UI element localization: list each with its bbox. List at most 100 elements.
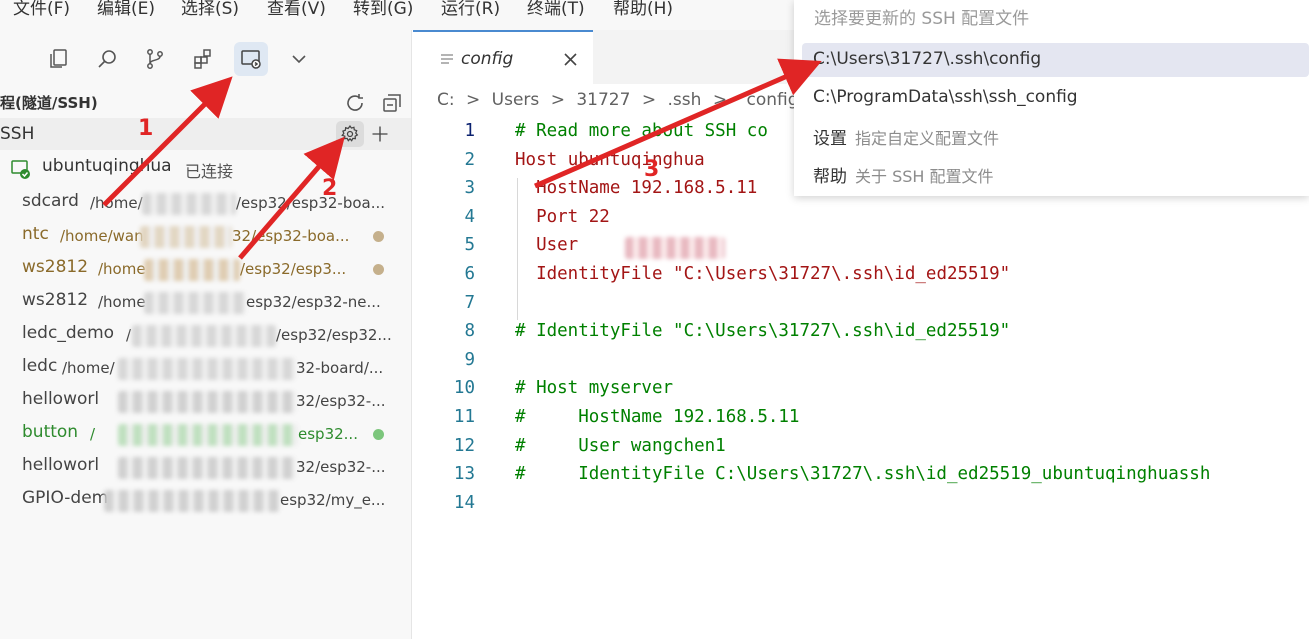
quick-pick: 选择要更新的 SSH 配置文件 C:\Users\31727\.ssh\conf…	[794, 0, 1309, 196]
line-number: 6	[464, 264, 475, 284]
quick-pick-label: 帮助	[813, 167, 847, 187]
refresh-icon[interactable]	[343, 91, 367, 115]
redacted-path	[118, 358, 296, 380]
annotation-number-1: 1	[138, 116, 154, 141]
folder-path-start: /home/	[62, 359, 115, 377]
code-line: 11 # HostName 192.168.5.11	[413, 404, 1309, 432]
folder-row[interactable]: sdcard/home/ /esp32/esp32-boa...	[0, 187, 411, 220]
code-value: ubuntuqinghua	[557, 149, 705, 170]
line-number: 10	[453, 378, 475, 399]
gear-icon[interactable]	[336, 121, 364, 147]
breadcrumb-user-id[interactable]: 31727	[576, 90, 630, 110]
extensions-icon[interactable]	[186, 42, 220, 76]
menu-go[interactable]: 转到(G)	[353, 0, 413, 19]
folder-path-end: 32/esp32-boa...	[232, 227, 350, 245]
breadcrumb-file[interactable]: config	[746, 90, 798, 110]
status-dot	[373, 264, 384, 275]
breadcrumb-drive[interactable]: C:	[437, 90, 455, 110]
folder-row[interactable]: ws2812/home/esp32/esp3...	[0, 253, 411, 286]
close-icon[interactable]	[563, 52, 578, 67]
code-line: 4 Port 22	[413, 204, 1309, 232]
folder-name: ws2812	[22, 290, 89, 310]
search-icon[interactable]	[90, 42, 124, 76]
line-number: 7	[464, 292, 475, 313]
code-text: # IdentityFile C:\Users\31727\.ssh\id_ed…	[515, 464, 1211, 485]
code-text: User	[515, 235, 725, 260]
remote-explorer-icon[interactable]	[234, 42, 268, 76]
folder-name: helloworl	[22, 455, 100, 475]
breadcrumb-ssh[interactable]: .ssh	[668, 90, 702, 110]
quick-pick-item[interactable]: C:\Users\31727\.ssh\config	[802, 43, 1309, 77]
chevron-right-icon: >	[641, 90, 657, 110]
code-line: 6 IdentityFile "C:\Users\31727\.ssh\id_e…	[413, 261, 1309, 289]
chevron-right-icon: >	[466, 90, 481, 110]
breadcrumb: C: > Users > 31727 > .ssh > config	[437, 90, 799, 110]
folder-name: button	[22, 422, 79, 442]
folder-name: helloworl	[22, 389, 100, 409]
folder-row[interactable]: button / esp32...	[0, 418, 411, 451]
sidebar-title: 程(隧道/SSH)	[0, 94, 98, 112]
folder-path-end: esp32...	[298, 425, 358, 443]
line-number: 4	[464, 206, 475, 227]
menu-file[interactable]: 文件(F)	[13, 0, 70, 19]
line-number: 5	[464, 235, 475, 256]
line-number: 2	[464, 149, 475, 170]
line-number: 1	[464, 121, 475, 141]
code-text: Port 22	[515, 207, 610, 227]
folder-row[interactable]: helloworl 32/esp32-...	[0, 385, 411, 418]
folder-path-start: /home	[98, 260, 146, 278]
redacted-path	[144, 259, 240, 281]
quick-pick-input[interactable]: 选择要更新的 SSH 配置文件	[814, 4, 1029, 29]
menu-run[interactable]: 运行(R)	[441, 0, 500, 19]
menu-edit[interactable]: 编辑(E)	[97, 0, 155, 19]
code-keyword: Port	[515, 206, 579, 227]
code-text: # IdentityFile "C:\Users\31727\.ssh\id_e…	[515, 321, 1011, 342]
connected-host-row[interactable]: ubuntuqinghua 已连接	[0, 152, 411, 185]
folder-row[interactable]: GPIO-dem esp32/my_e...	[0, 484, 411, 517]
collapse-all-icon[interactable]	[380, 91, 404, 115]
redacted-path	[132, 325, 276, 347]
code-line: 5 User	[413, 232, 1309, 260]
menu-view[interactable]: 查看(V)	[267, 0, 326, 19]
folder-row[interactable]: ws2812/home esp32/esp32-ne...	[0, 286, 411, 319]
tab-config[interactable]: config	[413, 30, 593, 84]
quick-pick-item[interactable]: 帮助 关于 SSH 配置文件	[802, 156, 1309, 190]
ssh-section-header[interactable]: SSH	[0, 118, 411, 150]
quick-pick-description: 指定自定义配置文件	[855, 129, 1000, 148]
folder-row[interactable]: helloworl 32/esp32-...	[0, 451, 411, 484]
file-icon	[441, 54, 453, 64]
source-control-icon[interactable]	[138, 42, 172, 76]
breadcrumb-users[interactable]: Users	[492, 90, 540, 110]
folder-path-start: /home	[98, 293, 146, 311]
quick-pick-item[interactable]: C:\ProgramData\ssh\ssh_config	[802, 81, 1309, 115]
code-text: # HostName 192.168.5.11	[515, 407, 800, 427]
folder-row[interactable]: ledc/home/32-board/...	[0, 352, 411, 385]
line-number: 14	[453, 492, 475, 513]
redacted-path	[140, 226, 232, 248]
menu-selection[interactable]: 选择(S)	[181, 0, 239, 19]
annotation-number-3: 3	[644, 157, 660, 182]
host-status: 已连接	[185, 162, 234, 181]
line-number: 8	[464, 321, 475, 342]
add-icon[interactable]	[367, 121, 393, 147]
code-text: # User wangchen1	[515, 435, 726, 456]
host-name: ubuntuqinghua	[42, 156, 172, 176]
code-keyword: IdentityFile	[515, 264, 663, 284]
code-keyword: Host	[515, 149, 558, 170]
ssh-section-label: SSH	[0, 124, 35, 144]
menu-help[interactable]: 帮助(H)	[613, 0, 673, 19]
folder-path-start: /	[126, 326, 132, 344]
explorer-icon[interactable]	[42, 42, 76, 76]
line-number: 13	[453, 464, 475, 485]
status-dot	[373, 429, 384, 440]
menu-terminal[interactable]: 终端(T)	[527, 0, 585, 19]
chevron-down-icon[interactable]	[282, 42, 316, 76]
status-dot	[373, 231, 384, 242]
code-keyword: User	[515, 235, 579, 256]
code-text: # Read more about SSH co	[515, 121, 768, 141]
folder-path-end: 32/esp32-...	[296, 392, 386, 410]
folder-row[interactable]: ntc/home/wan 32/esp32-boa...	[0, 220, 411, 253]
quick-pick-item[interactable]: 设置 指定自定义配置文件	[802, 118, 1309, 152]
folder-path-end: /esp32/esp32...	[276, 326, 392, 344]
folder-row[interactable]: ledc_demo / /esp32/esp32...	[0, 319, 411, 352]
